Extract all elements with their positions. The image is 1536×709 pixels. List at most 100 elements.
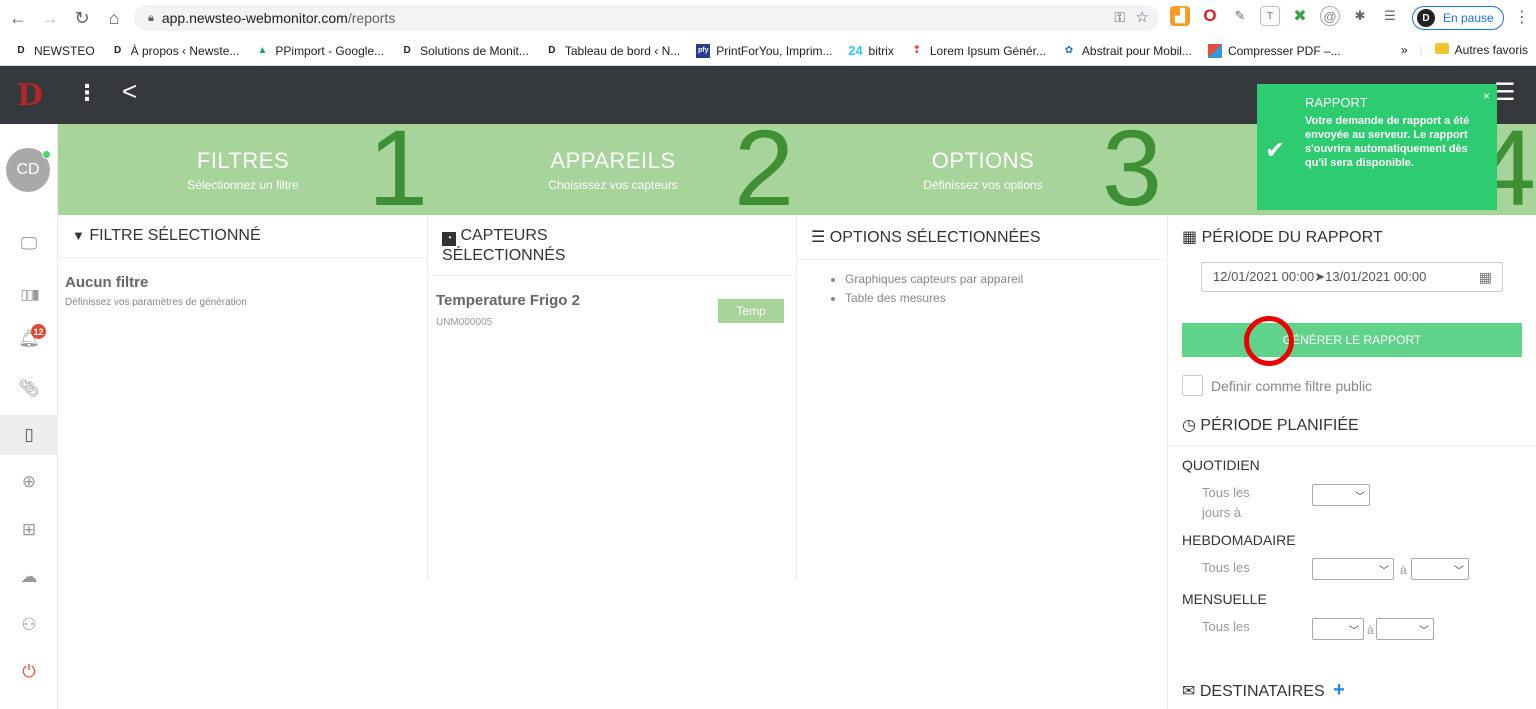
weekly-day-select[interactable]: ﹀ bbox=[1312, 558, 1394, 580]
user-icon: ⚇ bbox=[21, 615, 37, 634]
add-recipient-icon[interactable]: + bbox=[1333, 679, 1345, 701]
chevron-down-icon: ﹀ bbox=[1349, 625, 1359, 637]
newsteo-favicon-icon: D bbox=[114, 45, 122, 56]
options-list: Graphiques capteurs par appareil Table d… bbox=[797, 272, 1167, 305]
chart-extension-icon[interactable]: ▟ bbox=[1170, 6, 1190, 26]
more-bookmarks-button[interactable]: » bbox=[1401, 43, 1408, 57]
reload-icon[interactable]: ↻ bbox=[68, 4, 96, 32]
daily-time-select[interactable]: ﹀ bbox=[1312, 484, 1370, 506]
star-icon[interactable]: ☆ bbox=[1136, 8, 1149, 26]
bookmark-solutions[interactable]: D Solutions de Monit... bbox=[400, 44, 528, 58]
weekly-time-select[interactable]: ﹀ bbox=[1411, 558, 1469, 580]
bookmarks-bar: D NEWSTEO DÀ propos ‹ Newste... ▲ PPimport… bbox=[0, 36, 1536, 66]
text-extension-icon[interactable]: T bbox=[1260, 6, 1280, 26]
step-devices[interactable]: APPAREILS Choisissez vos capteurs bbox=[488, 124, 738, 215]
monthly-at-label: à bbox=[1367, 623, 1374, 637]
sidebar-item-charts[interactable]: ▯▯▮ bbox=[0, 274, 58, 314]
profile-button[interactable]: D En pause bbox=[1412, 6, 1504, 30]
extensions-area: ▟ O ✎ T ✖ @ ✱ ☰ bbox=[1170, 6, 1400, 26]
selected-filter-name: Aucun filtre bbox=[65, 274, 149, 291]
grid-icon: ⊞ bbox=[21, 520, 37, 539]
newsteo-favicon-icon: D bbox=[403, 45, 411, 56]
at-extension-icon[interactable]: @ bbox=[1320, 6, 1340, 26]
bookmark-printforyou[interactable]: pfy PrintForYou, Imprim... bbox=[696, 43, 833, 58]
sidebar-item-cloud[interactable]: ☁︎ bbox=[0, 557, 58, 597]
bookmark-ppimport[interactable]: ▲ PPimport - Google... bbox=[255, 44, 384, 58]
step-subtitle: Choisissez vos capteurs bbox=[548, 178, 678, 192]
calendar-icon[interactable]: ▦ bbox=[1479, 269, 1492, 286]
sidebar-item-alerts[interactable]: 🔔︎ bbox=[0, 319, 58, 359]
filter-description: Définissez vos paramètres de génération bbox=[65, 297, 247, 308]
forward-arrow-icon[interactable]: → bbox=[36, 4, 64, 32]
list-item[interactable]: Temperature Frigo 2 UNM000005 Temp bbox=[428, 276, 796, 344]
clock-icon: ◷ bbox=[1182, 417, 1196, 434]
sidebar-item-locations[interactable]: ⊕ bbox=[0, 462, 58, 502]
weekly-sublabel: Tous les bbox=[1202, 560, 1250, 575]
paperclip-icon: 📎︎ bbox=[18, 379, 40, 398]
monthly-time-select[interactable]: ﹀ bbox=[1376, 618, 1434, 640]
back-arrow-icon[interactable]: ← bbox=[4, 4, 32, 32]
envelope-icon: ✉ bbox=[1182, 683, 1196, 700]
daily-label: QUOTIDIEN bbox=[1182, 457, 1260, 473]
sidebar-item-devices[interactable]: ⊞ bbox=[0, 510, 58, 550]
vertical-dots-menu-icon[interactable]: ⋮ bbox=[76, 80, 98, 106]
notebook-icon: ▯ bbox=[24, 425, 34, 444]
options-panel-header: ☰ OPTIONS SÉLECTIONNÉES bbox=[797, 215, 1167, 260]
sensors-panel-header: ◔ CAPTEURS SÉLECTIONNÉS bbox=[428, 215, 796, 276]
sidebar-item-dashboard[interactable]: 🖵︎ bbox=[0, 224, 58, 264]
sidebar-item-users[interactable]: ⚇ bbox=[0, 605, 58, 645]
options-panel: ☰ OPTIONS SÉLECTIONNÉES Graphiques capte… bbox=[797, 215, 1167, 580]
printforyou-favicon-icon: pfy bbox=[696, 43, 711, 58]
bookmark-bitrix[interactable]: 24 bitrix bbox=[848, 43, 894, 58]
step-filters[interactable]: FILTRES Sélectionnez un filtre bbox=[118, 124, 368, 215]
public-filter-row[interactable]: Definir comme filtre public bbox=[1182, 375, 1372, 396]
cross-extension-icon[interactable]: ✖ bbox=[1290, 6, 1310, 26]
bookmark-divider: | bbox=[1419, 43, 1423, 57]
notification-badge: 12 bbox=[31, 324, 46, 339]
reading-list-icon[interactable]: ☰ bbox=[1380, 6, 1400, 26]
newsteo-favicon-icon: D bbox=[548, 45, 556, 56]
recipients-header: ✉ DESTINATAIRES + bbox=[1182, 679, 1345, 701]
newsteo-favicon-icon: D bbox=[17, 45, 25, 56]
monthly-day-select[interactable]: ﹀ bbox=[1312, 618, 1364, 640]
filter-panel-header: ▼ FILTRE SÉLECTIONNÉ bbox=[58, 215, 427, 258]
bookmark-compresser-pdf[interactable]: Compresser PDF –... bbox=[1207, 43, 1341, 58]
close-icon[interactable]: × bbox=[1483, 89, 1490, 103]
generate-report-button[interactable]: GÉNÉRER LE RAPPORT bbox=[1182, 323, 1522, 357]
sidebar-item-attachments[interactable]: 📎︎ bbox=[0, 369, 58, 409]
chevron-down-icon: ﹀ bbox=[1419, 625, 1429, 637]
list-item: Table des mesures bbox=[845, 291, 1167, 305]
step-subtitle: Sélectionnez un filtre bbox=[187, 178, 299, 192]
click-highlight-circle bbox=[1244, 316, 1294, 366]
other-bookmarks-folder[interactable]: Autres favoris bbox=[1434, 43, 1528, 57]
report-period-header: ▦ PÉRIODE DU RAPPORT bbox=[1182, 229, 1383, 246]
date-range-input[interactable]: 12/01/2021 00:00➤13/01/2021 00:00 ▦ bbox=[1201, 262, 1503, 292]
step-options[interactable]: OPTIONS Définissez vos options bbox=[858, 124, 1108, 215]
bookmark-newsteo[interactable]: D NEWSTEO bbox=[14, 44, 94, 58]
monthly-sublabel: Tous les bbox=[1202, 619, 1250, 634]
sidebar-item-logout[interactable]: ⏻ bbox=[0, 652, 58, 692]
home-icon[interactable]: ⌂ bbox=[100, 4, 128, 32]
hamburger-menu-icon[interactable]: ☰ bbox=[1494, 78, 1516, 107]
bookmark-tableau-de-bord[interactable]: D Tableau de bord ‹ N... bbox=[545, 44, 680, 58]
bookmark-lorem-ipsum[interactable]: ❢ Lorem Ipsum Génér... bbox=[910, 44, 1046, 58]
key-icon[interactable]: ⚿ bbox=[1114, 9, 1125, 26]
opera-extension-icon[interactable]: O bbox=[1200, 6, 1220, 26]
bookmarks-right: » | Autres favoris bbox=[1401, 43, 1528, 57]
newsteo-logo-icon[interactable]: D bbox=[12, 76, 48, 114]
bookmark-a-propos[interactable]: DÀ propos ‹ Newste... bbox=[111, 44, 239, 58]
sensors-panel: ◔ CAPTEURS SÉLECTIONNÉS Temperature Frig… bbox=[428, 215, 797, 580]
public-filter-label: Definir comme filtre public bbox=[1211, 377, 1373, 394]
bookmark-abstrait[interactable]: ✿ Abstrait pour Mobil... bbox=[1062, 44, 1192, 58]
daily-sublabel: Tous les jours à bbox=[1202, 485, 1250, 520]
public-filter-checkbox[interactable] bbox=[1182, 375, 1203, 396]
sidebar-item-reports[interactable]: ▯ bbox=[0, 415, 58, 455]
rss-icon: ◔ bbox=[442, 232, 456, 246]
url-path: /reports bbox=[347, 10, 396, 26]
back-chevron-icon[interactable]: < bbox=[122, 76, 137, 107]
address-bar[interactable]: 🔒︎ app.newsteo-webmonitor.com/reports ⚿ … bbox=[134, 5, 1159, 31]
pen-extension-icon[interactable]: ✎ bbox=[1230, 6, 1250, 26]
toast-message: Votre demande de rapport a été envoyée a… bbox=[1305, 115, 1470, 169]
browser-menu-icon[interactable]: ⋮ bbox=[1514, 7, 1530, 27]
puzzle-icon[interactable]: ✱ bbox=[1350, 6, 1370, 26]
